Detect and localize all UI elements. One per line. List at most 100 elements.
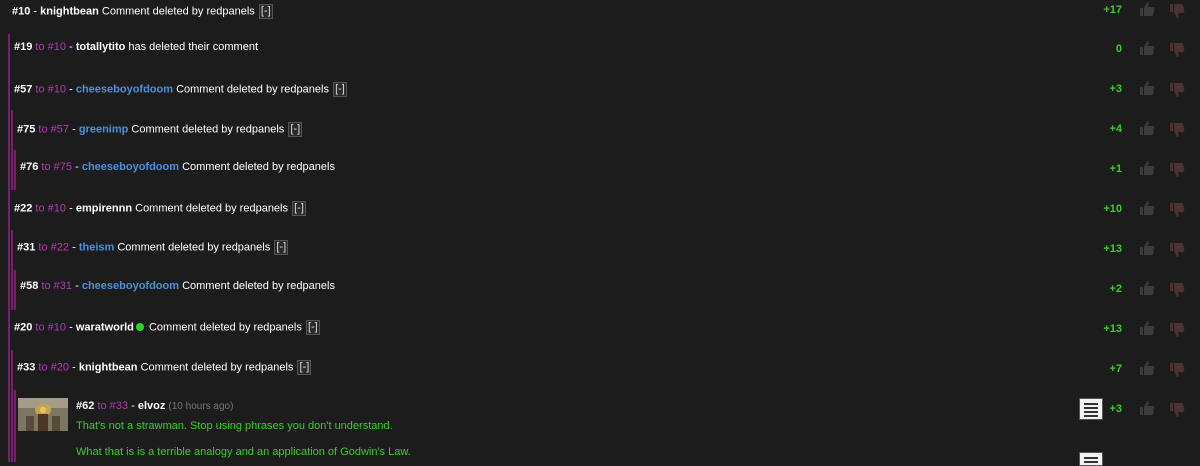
- thumbs-down-icon[interactable]: [1169, 362, 1185, 378]
- avatar[interactable]: [18, 398, 68, 431]
- thumbs-up-icon[interactable]: [1139, 240, 1155, 256]
- thumbs-down-icon[interactable]: [1169, 42, 1185, 58]
- username-link[interactable]: knightbean: [40, 5, 99, 17]
- collapse-icon[interactable]: [-]: [292, 201, 306, 216]
- comment-number-link[interactable]: #33: [17, 361, 35, 373]
- collapse-icon[interactable]: [-]: [332, 82, 347, 97]
- username-link[interactable]: totallytito: [76, 41, 126, 53]
- reply-to-link[interactable]: #10: [48, 41, 66, 53]
- reply-to-link[interactable]: #10: [48, 202, 66, 214]
- thumbs-up-icon[interactable]: [1139, 160, 1155, 176]
- collapse-icon[interactable]: [-]: [258, 4, 273, 19]
- username-link[interactable]: theism: [79, 241, 114, 253]
- username-link[interactable]: cheeseboyofdoom: [76, 83, 173, 95]
- reply-to-label: to: [38, 241, 48, 254]
- collapse-icon[interactable]: [-]: [288, 122, 303, 137]
- thread-depth-bar: [8, 70, 10, 110]
- timestamp: (10 hours ago): [168, 401, 234, 412]
- thumbs-up-icon[interactable]: [1139, 280, 1155, 296]
- reply-to-link[interactable]: #20: [51, 361, 69, 373]
- comment-number-link[interactable]: #62: [76, 400, 94, 412]
- comment-row: #58 to #31 - cheeseboyofdoom Comment del…: [0, 270, 1200, 310]
- thread-depth-bar: [11, 110, 13, 150]
- comment-number-link[interactable]: #10: [12, 5, 30, 17]
- comment-number-link[interactable]: #20: [14, 321, 32, 333]
- thread-depth-bar: [11, 270, 13, 310]
- thread-depth-bar: [11, 230, 13, 270]
- score-value: +1: [1109, 163, 1122, 175]
- collapse-icon[interactable]: [-]: [297, 360, 312, 375]
- thumbs-down-icon[interactable]: [1169, 282, 1185, 298]
- reply-to-link[interactable]: #33: [110, 400, 128, 412]
- comment-status-text: has deleted their comment: [128, 41, 259, 53]
- separator: -: [69, 202, 73, 215]
- thumbs-up-icon[interactable]: [1139, 80, 1155, 96]
- username-link[interactable]: cheeseboyofdoom: [82, 161, 179, 173]
- username-link[interactable]: cheeseboyofdoom: [82, 280, 179, 292]
- thumbs-down-icon[interactable]: [1169, 402, 1185, 418]
- separator: -: [69, 83, 73, 96]
- thumbs-down-icon[interactable]: [1169, 3, 1185, 19]
- comment-header: #75 to #57 - greenimp Comment deleted by…: [17, 122, 303, 137]
- username-link[interactable]: empirennn: [76, 202, 132, 214]
- thumbs-down-icon[interactable]: [1169, 122, 1185, 138]
- score-value: +13: [1103, 243, 1122, 255]
- thread-depth-bar: [8, 190, 10, 230]
- score-value: +4: [1109, 123, 1122, 135]
- score-value: +10: [1103, 203, 1122, 215]
- thumbs-down-icon[interactable]: [1169, 322, 1185, 338]
- separator: -: [33, 5, 38, 18]
- thumbs-down-icon[interactable]: [1169, 242, 1185, 258]
- username-link[interactable]: waratworld: [76, 321, 134, 333]
- comment-number-link[interactable]: #58: [20, 280, 38, 292]
- username-link[interactable]: greenimp: [79, 123, 129, 135]
- reply-to-link[interactable]: #75: [54, 161, 72, 173]
- comment-number-link[interactable]: #75: [17, 123, 35, 135]
- reply-to-link[interactable]: #10: [48, 83, 66, 95]
- comment-body-line: That's not a strawman. Stop using phrase…: [76, 420, 393, 432]
- comment-row: #20 to #10 - waratworld Comment deleted …: [0, 310, 1200, 350]
- comment-header: #31 to #22 - theism Comment deleted by r…: [17, 240, 289, 255]
- comment-status-text: Comment deleted by redpanels: [131, 123, 285, 136]
- reply-to-label: to: [38, 361, 48, 374]
- thumbs-up-icon[interactable]: [1139, 200, 1155, 216]
- collapse-icon[interactable]: [-]: [305, 320, 320, 335]
- comment-number-link[interactable]: #57: [14, 83, 32, 95]
- comment-status-text: Comment deleted by redpanels: [182, 280, 335, 292]
- thumbs-down-icon[interactable]: [1169, 202, 1185, 218]
- reply-to-link[interactable]: #22: [51, 241, 69, 253]
- reply-to-link[interactable]: #57: [51, 123, 69, 135]
- score-value: +3: [1109, 403, 1122, 415]
- thumbs-down-icon[interactable]: [1169, 162, 1185, 178]
- separator: -: [75, 161, 79, 173]
- reply-to-label: to: [97, 400, 107, 412]
- menu-lines-icon[interactable]: [1079, 452, 1103, 466]
- comment-number-link[interactable]: #19: [14, 41, 32, 53]
- thumbs-down-icon[interactable]: [1169, 82, 1185, 98]
- separator: -: [69, 321, 73, 334]
- thumbs-up-icon[interactable]: [1139, 1, 1155, 17]
- thumbs-up-icon[interactable]: [1139, 400, 1155, 416]
- username-link[interactable]: knightbean: [79, 361, 138, 373]
- thumbs-up-icon[interactable]: [1139, 120, 1155, 136]
- thread-depth-bar: [8, 270, 10, 310]
- comment-thread: #10 - knightbean Comment deleted by redp…: [0, 0, 1200, 466]
- thread-depth-bar: [14, 270, 16, 310]
- thumbs-up-icon[interactable]: [1139, 320, 1155, 336]
- comment-number-link[interactable]: #76: [20, 161, 38, 173]
- thread-depth-bar: [8, 34, 10, 70]
- thumbs-up-icon[interactable]: [1139, 40, 1155, 56]
- thread-depth-bar: [11, 390, 13, 462]
- reply-to-label: to: [35, 202, 45, 215]
- reply-to-label: to: [35, 83, 45, 96]
- collapse-icon[interactable]: [-]: [274, 240, 289, 255]
- thumbs-up-icon[interactable]: [1139, 360, 1155, 376]
- reply-to-link[interactable]: #31: [54, 280, 72, 292]
- reply-to-link[interactable]: #10: [48, 321, 66, 333]
- thread-depth-bar: [8, 390, 10, 462]
- comment-row: #75 to #57 - greenimp Comment deleted by…: [0, 110, 1200, 150]
- comment-number-link[interactable]: #31: [17, 241, 35, 253]
- username-link[interactable]: elvoz: [138, 400, 166, 412]
- score-value: +2: [1109, 283, 1122, 295]
- comment-number-link[interactable]: #22: [14, 202, 32, 214]
